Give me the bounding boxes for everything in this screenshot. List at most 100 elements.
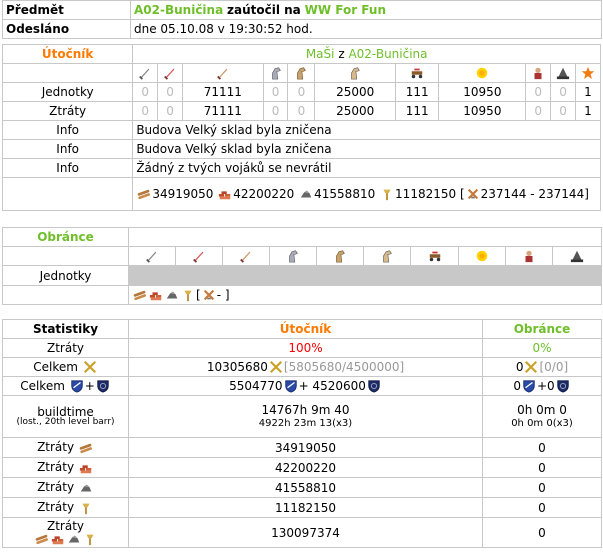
defender-units-row: Jednotky [2, 265, 603, 286]
chief-icon [505, 246, 553, 266]
stats-res-label-cell: Ztráty [2, 437, 129, 458]
horse-icon [314, 63, 396, 83]
stats-total1-label: Celkem [33, 359, 78, 374]
bounty-crop: 11182150 [ [395, 186, 465, 201]
bounty-cell: 34919050 42200220 41558810 11182150 [237… [132, 177, 601, 211]
stats-res-att: 11182150 [128, 497, 483, 518]
loss-count: 25000 [314, 101, 396, 121]
unit-count: 111 [394, 82, 440, 102]
loss-count: 0 [525, 101, 552, 121]
cavalry-defense-icon [555, 379, 571, 393]
loss-count: 1 [574, 101, 602, 121]
sword-icon [157, 63, 183, 83]
unit-count: 25000 [314, 82, 396, 102]
stats-res-def: 0 [482, 457, 602, 478]
unit-count: 0 [132, 82, 159, 102]
stats-sum-label: Ztráty [46, 518, 85, 533]
crossed-swords-icon [82, 360, 98, 374]
attacker-losses-row: Ztráty 0 0 71111 0 0 25000 111 10950 0 0… [1, 101, 602, 121]
subject-label: Předmět [2, 0, 131, 20]
info-text: Budova Velký sklad byla zničena [132, 139, 601, 159]
bounty-clay: 42200220 [233, 186, 295, 201]
attacker-unit-icons-row [1, 63, 602, 83]
info-text: Žádný z tvých vojáků se nevrátil [132, 158, 601, 178]
defender-units-hidden [127, 265, 603, 286]
ram-icon [410, 246, 459, 266]
sword-icon [128, 246, 176, 266]
stats-sum-label-cell: Ztráty [2, 517, 129, 548]
unit-count: 0 [525, 82, 552, 102]
defender-units-label: Jednotky [2, 265, 129, 286]
stats-total2-att-a: 5504770 [229, 378, 283, 393]
stats-build-label-cell: buildtime (lost., 20th level barr) [2, 395, 129, 438]
stats-total2-def-b: +0 [536, 378, 555, 393]
stats-build-att-cell: 14767h 9m 40 4922h 23m 13(x3) [128, 395, 483, 438]
stats-build-att: 14767h 9m 40 [261, 402, 350, 417]
stats-total2-plus: + [84, 378, 95, 393]
iron-icon [164, 288, 180, 302]
sword-icon [222, 246, 270, 266]
subject-village-link[interactable]: A02-Buničina [134, 3, 223, 17]
clay-icon [148, 288, 164, 302]
stats-res-label: Ztráty [37, 500, 75, 515]
attacker-player-link[interactable]: MaŠi [306, 47, 335, 61]
loss-count: 0 [262, 101, 289, 121]
attacker-units-row: Jednotky 0 0 71111 0 0 25000 111 10950 0… [1, 82, 602, 102]
catapult-icon [458, 246, 506, 266]
stats-total2-def-a: 0 [513, 378, 521, 393]
stats-res-att: 42200220 [128, 457, 483, 478]
info-row: Info Budova Velký sklad byla zničena [1, 139, 601, 159]
stats-build-def: 0h 0m 0 [517, 402, 567, 417]
defender-res-close: - ] [216, 287, 230, 302]
horse-icon [269, 246, 317, 266]
stats-total1-att-cell: 10305680 [5805680/4500000] [128, 357, 483, 377]
info-row: Info Žádný z tvých vojáků se nevrátil [1, 158, 601, 178]
stats-res-att: 34919050 [128, 437, 483, 458]
stats-build-def-cell: 0h 0m 0 0h 0m 0(x3) [482, 395, 602, 438]
horse-icon [287, 63, 316, 83]
subject-cell: A02-Buničina zaútočil na WW For Fun [130, 0, 602, 20]
report-header: Předmět A02-Buničina zaútočil na WW For … [2, 0, 602, 39]
stats-build-def-x3: 0h 0m 0(x3) [511, 417, 573, 429]
bounty-total: 237144 - 237144] [480, 186, 589, 201]
sword-icon [175, 246, 223, 266]
stats-total1-def-cell: 0 [0/0] [482, 357, 602, 377]
unit-count: 0 [550, 82, 576, 102]
stats-res-label: Ztráty [37, 440, 75, 455]
stats-total1-def: 0 [515, 359, 524, 374]
loss-count: 0 [157, 101, 183, 121]
settler-icon [551, 246, 603, 266]
stats-res-def: 0 [482, 477, 602, 498]
defender-label: Obránce [2, 227, 129, 247]
stats-table: Statistiky Útočník Obránce Ztráty 100% 0… [2, 319, 602, 548]
crop-icon [379, 187, 395, 201]
stats-attacker-label: Útočník [128, 319, 483, 339]
losses-label: Ztráty [1, 101, 134, 121]
stats-total1-def-bracket: [0/0] [539, 359, 569, 374]
unit-count: 1 [574, 82, 602, 102]
loss-count: 10950 [438, 101, 527, 121]
infantry-defense-icon [69, 379, 85, 393]
hero-icon [574, 63, 602, 83]
stats-res-att: 41558810 [128, 477, 483, 498]
subject-target-link[interactable]: WW For Fun [305, 3, 386, 17]
attacker-owner: MaŠi z A02-Buničina [132, 44, 601, 64]
loss-count: 0 [287, 101, 316, 121]
unit-count: 10950 [438, 82, 527, 102]
attacker-village-link[interactable]: A02-Buničina [348, 47, 427, 61]
bounty-row: 34919050 42200220 41558810 11182150 [237… [1, 177, 601, 211]
unit-count: 0 [287, 82, 316, 102]
loss-count: 111 [394, 101, 440, 121]
iron-icon [298, 187, 314, 201]
stats-sum-def: 0 [482, 517, 602, 548]
bounty-iron: 41558810 [314, 186, 376, 201]
crop-icon [180, 288, 196, 302]
subject-mid: zaútočil na [227, 3, 301, 17]
stats-res-label: Ztráty [37, 480, 75, 495]
sent-value: dne 05.10.08 v 19:30:52 hod. [130, 19, 602, 39]
stats-total1-label-cell: Celkem [2, 357, 129, 377]
stats-res-label-cell: Ztráty [2, 477, 129, 498]
carry-icon [201, 288, 217, 302]
stats-defender-label: Obránce [482, 319, 602, 339]
info-label: Info [1, 120, 134, 140]
